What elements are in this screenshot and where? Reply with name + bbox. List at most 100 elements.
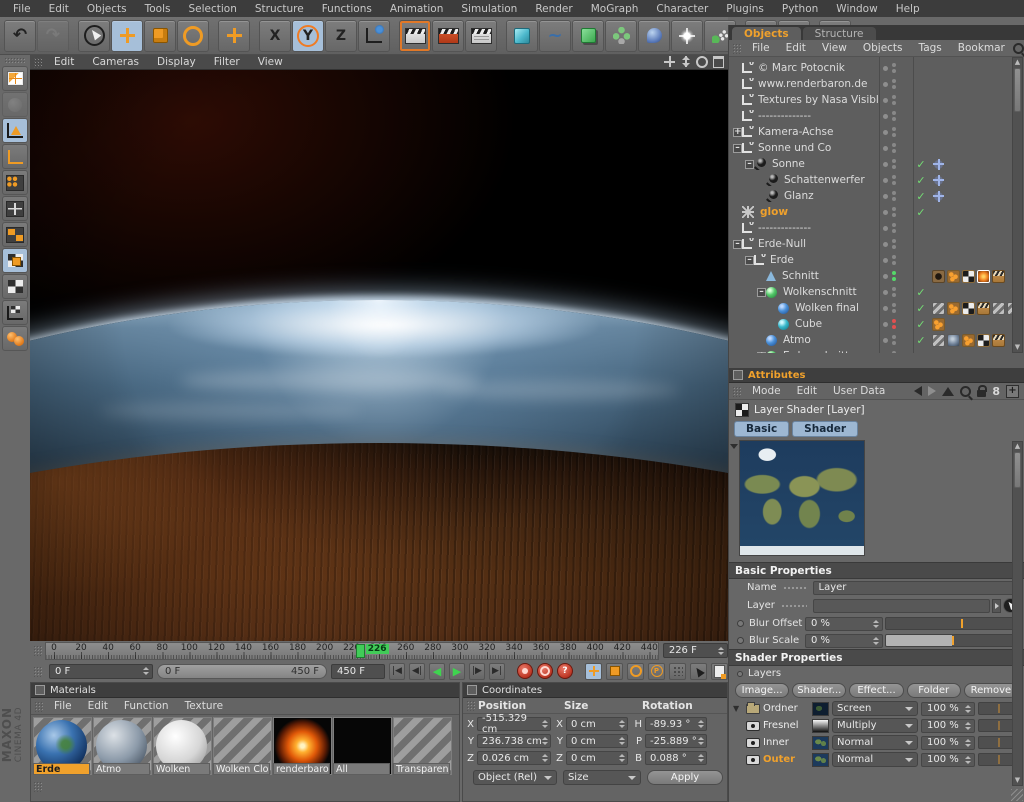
visibility-dots[interactable]	[879, 207, 913, 217]
coord-field-z-2[interactable]: 0.026 cm	[477, 751, 551, 765]
clapper-tag-icon[interactable]	[992, 270, 1005, 283]
opacity-spinner[interactable]	[965, 705, 971, 713]
layer-dot-icon[interactable]	[883, 194, 888, 199]
workplane-mode[interactable]	[2, 300, 28, 325]
scroll-down-icon[interactable]: ▼	[1013, 343, 1022, 352]
coord-spinner[interactable]	[698, 720, 704, 728]
target-tag-icon[interactable]	[932, 158, 945, 171]
visibility-dots[interactable]	[879, 175, 913, 185]
clapper-tag-icon[interactable]	[992, 334, 1005, 347]
attributes-grip[interactable]	[732, 386, 741, 397]
menu-item-mograph[interactable]: MoGraph	[582, 3, 648, 15]
attributes-titlebar[interactable]: Attributes	[729, 368, 1024, 383]
menu-item-bookmar[interactable]: Bookmar	[950, 42, 1013, 54]
object-row-erde-null[interactable]: –Erde-Null	[729, 236, 1024, 252]
dot[interactable]	[892, 127, 896, 131]
object-row-glanz[interactable]: Glanz✓	[729, 188, 1024, 204]
collapse-triangle-icon[interactable]	[730, 444, 738, 449]
coord-field-y-1[interactable]: 236.738 cm	[477, 734, 551, 748]
stripes-tag-icon[interactable]	[932, 334, 945, 347]
blur-scale-spinner[interactable]	[873, 637, 879, 645]
scroll-up-icon[interactable]: ▲	[1013, 442, 1022, 451]
dot[interactable]	[892, 303, 896, 307]
object-manager-grip[interactable]	[732, 43, 741, 54]
points-mode[interactable]	[2, 170, 28, 195]
expand-toggle-icon[interactable]: +	[733, 128, 742, 137]
layer-dot-icon[interactable]	[883, 242, 888, 247]
object-row-item[interactable]: --------------	[729, 220, 1024, 236]
basic-properties-header[interactable]: Basic Properties	[729, 562, 1024, 579]
blur-offset-field[interactable]: 0 %	[805, 617, 883, 631]
object-row-marc-potocnik[interactable]: © Marc Potocnik	[729, 60, 1024, 76]
visibility-toggle-icons[interactable]	[892, 239, 896, 249]
layer-dot-icon[interactable]	[883, 130, 888, 135]
render-picture-viewer[interactable]	[432, 20, 464, 52]
blur-scale-field[interactable]: 0 %	[805, 634, 883, 648]
tab-shader[interactable]: Shader	[792, 421, 858, 437]
visibility-toggle-icons[interactable]	[892, 223, 896, 233]
menu-item-edit[interactable]: Edit	[778, 42, 814, 54]
panel-window-icon[interactable]	[733, 370, 743, 380]
object-row-wolkenschnitt[interactable]: –Wolkenschnitt✓	[729, 284, 1024, 300]
button-remove[interactable]: Remove	[964, 683, 1018, 698]
rotate-tool[interactable]	[177, 20, 209, 52]
scrollbar-thumb[interactable]	[1014, 68, 1021, 112]
coord-spinner[interactable]	[619, 720, 625, 728]
edit-render-settings[interactable]	[465, 20, 497, 52]
coord-field-h-0[interactable]: -89.93 °	[645, 717, 707, 731]
visibility-dots[interactable]	[879, 287, 913, 297]
dot[interactable]	[892, 207, 896, 211]
coord-spinner[interactable]	[542, 737, 548, 745]
menu-item-simulation[interactable]: Simulation	[452, 3, 526, 15]
shader-properties-header[interactable]: Shader Properties	[729, 649, 1024, 666]
checker-tag-icon[interactable]	[962, 270, 975, 283]
layer-dot-icon[interactable]	[883, 306, 888, 311]
eye-icon[interactable]	[746, 755, 760, 765]
viewport-zoom-icon[interactable]	[680, 56, 691, 67]
coord-field-x-0[interactable]: -515.329 cm	[477, 717, 551, 731]
add-cube-object[interactable]	[506, 20, 538, 52]
object-axis-mode[interactable]	[2, 144, 28, 169]
enable-check[interactable]: ✓	[913, 158, 929, 171]
menu-item-objects[interactable]: Objects	[855, 42, 911, 54]
dot[interactable]	[892, 117, 896, 121]
dot[interactable]	[892, 255, 896, 259]
keyframe-selection-button[interactable]: ?	[557, 663, 573, 679]
menu-item-texture[interactable]: Texture	[177, 700, 231, 712]
layer-dot-icon[interactable]	[883, 178, 888, 183]
visibility-dots[interactable]	[879, 255, 913, 265]
enable-check[interactable]: ✓	[913, 318, 929, 331]
tab-basic[interactable]: Basic	[734, 421, 789, 437]
menu-item-file[interactable]: File	[46, 700, 80, 712]
stripes-tag-icon[interactable]	[932, 302, 945, 315]
viewport-maximize-icon[interactable]	[713, 56, 724, 68]
coord-spinner[interactable]	[542, 720, 548, 728]
current-frame-field[interactable]: 226 F	[663, 643, 728, 658]
dot[interactable]	[892, 79, 896, 83]
preview-range-slider[interactable]: 0 F 450 F	[157, 664, 327, 679]
scroll-down-icon[interactable]: ▼	[1013, 776, 1022, 785]
dot[interactable]	[892, 95, 896, 99]
lock-y-axis[interactable]: Y	[292, 20, 324, 52]
visibility-toggle-icons[interactable]	[892, 351, 896, 353]
layer-opacity-field[interactable]: 100 %	[921, 736, 975, 750]
material-erde[interactable]: Erde	[33, 717, 92, 775]
dot[interactable]	[892, 351, 896, 353]
dot[interactable]	[892, 335, 896, 339]
layer-dot-icon[interactable]	[883, 290, 888, 295]
dot[interactable]	[892, 271, 896, 275]
lock-icon[interactable]	[977, 390, 986, 397]
visibility-dots[interactable]	[879, 319, 913, 329]
enable-check[interactable]: ✓	[913, 334, 929, 347]
layer-field[interactable]	[813, 599, 990, 613]
next-key-button[interactable]: |▶	[469, 663, 485, 680]
visibility-toggle-icons[interactable]	[892, 335, 896, 345]
viewport-rotate-icon[interactable]	[696, 56, 708, 68]
snap-settings[interactable]	[2, 326, 28, 351]
visibility-toggle-icons[interactable]	[892, 63, 896, 73]
dot[interactable]	[892, 229, 896, 233]
layer-dot-icon[interactable]	[883, 226, 888, 231]
dot[interactable]	[892, 325, 896, 329]
dot[interactable]	[892, 191, 896, 195]
leftbar-grip[interactable]	[4, 57, 26, 64]
